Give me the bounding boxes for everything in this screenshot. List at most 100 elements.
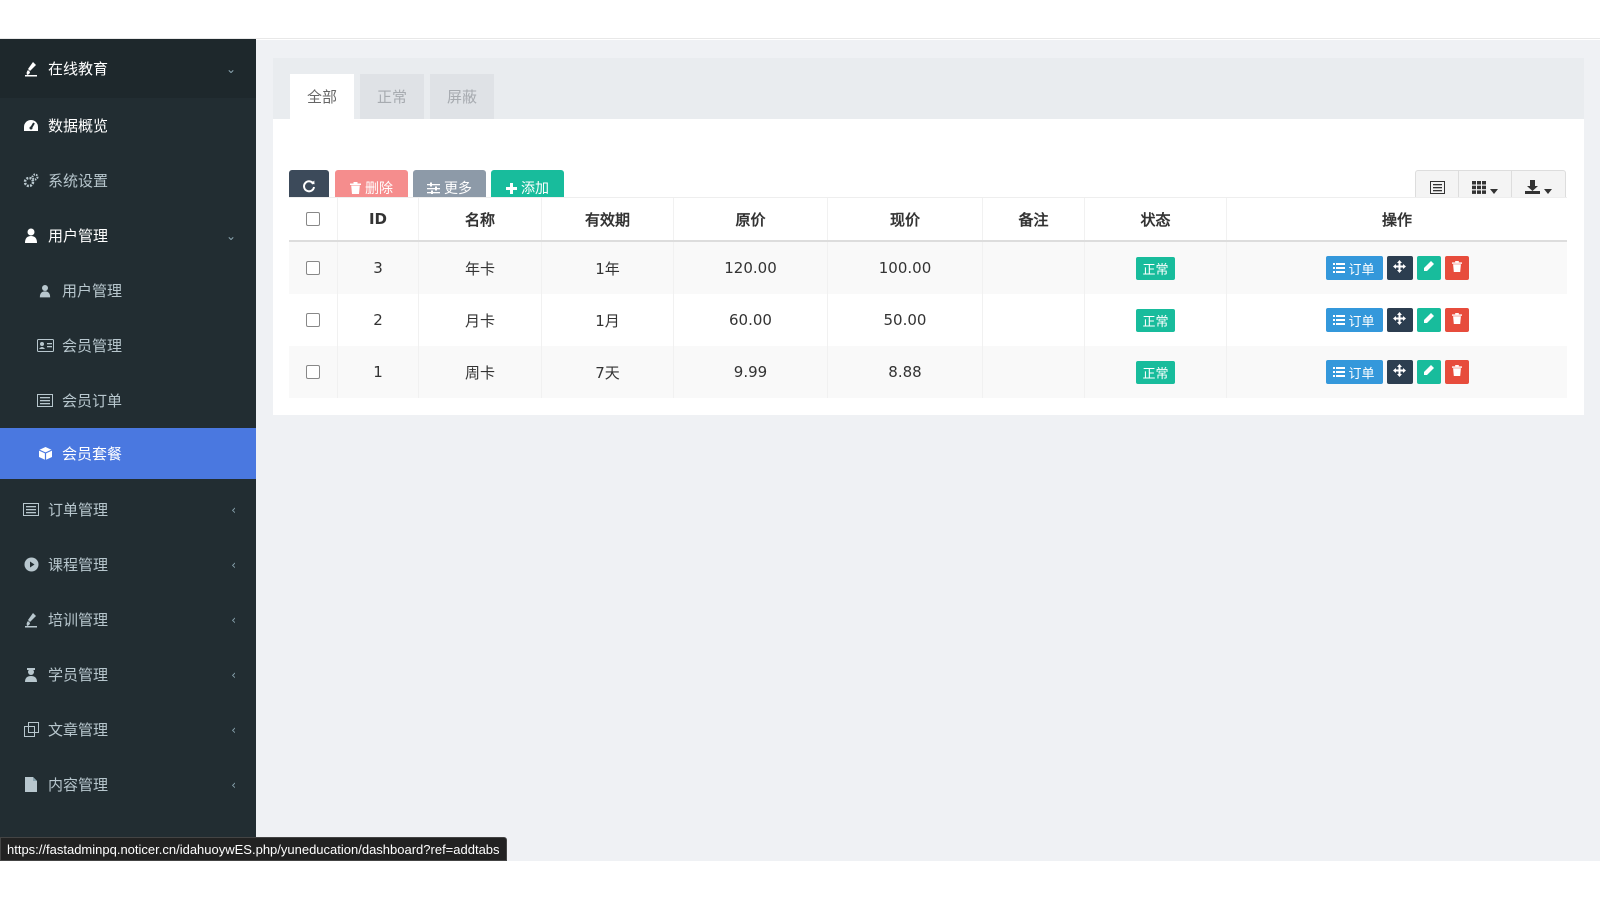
sidebar-item-user-management[interactable]: 用户管理 ⌄ [0, 208, 256, 263]
top-bar [0, 0, 1600, 39]
header-name[interactable]: 名称 [419, 198, 542, 240]
header-original-price[interactable]: 原价 [674, 198, 828, 240]
user-secret-icon [22, 666, 40, 684]
header-validity[interactable]: 有效期 [542, 198, 674, 240]
drag-sort-button[interactable] [1386, 256, 1413, 280]
orders-label: 订单 [1348, 314, 1375, 330]
play-circle-icon [22, 556, 40, 574]
clone-icon [22, 721, 40, 739]
sidebar-item-label: 内容管理 [48, 776, 109, 794]
cogs-icon [22, 172, 40, 190]
cell-current-price: 50.00 [828, 294, 983, 346]
orders-button[interactable]: 订单 [1325, 308, 1383, 332]
sidebar-item-online-education[interactable]: 在线教育 ⌄ [0, 39, 256, 98]
delete-row-button[interactable] [1444, 256, 1469, 280]
sidebar-item-label: 会员管理 [62, 337, 123, 355]
list-alt-icon [1429, 179, 1445, 198]
cell-status: 正常 [1085, 294, 1227, 346]
cell-actions: 订单 [1227, 346, 1567, 398]
select-all-checkbox[interactable] [306, 212, 320, 226]
user-icon [22, 227, 40, 245]
table-row: 1 周卡 7天 9.99 8.88 正常 订单 [289, 346, 1567, 398]
row-checkbox[interactable] [306, 365, 320, 379]
chevron-left-icon: ‹ [231, 667, 236, 682]
header-status[interactable]: 状态 [1085, 198, 1227, 240]
delete-row-button[interactable] [1444, 360, 1469, 384]
chevron-left-icon: ‹ [231, 557, 236, 572]
cell-status: 正常 [1085, 346, 1227, 398]
sidebar-item-course-management[interactable]: 课程管理 ‹ [0, 537, 256, 592]
status-badge[interactable]: 正常 [1136, 308, 1175, 332]
chevron-left-icon: ‹ [231, 722, 236, 737]
sidebar-subitem-member-orders[interactable]: 会员订单 [0, 373, 256, 428]
row-select-cell [289, 346, 338, 398]
edit-button[interactable] [1416, 256, 1441, 280]
trash-icon [1451, 312, 1462, 328]
cell-name: 月卡 [419, 294, 542, 346]
pencil-icon [1423, 364, 1434, 380]
header-actions: 操作 [1381, 210, 1412, 229]
edit-button[interactable] [1416, 360, 1441, 384]
cell-id: 2 [338, 294, 419, 346]
cell-id: 3 [338, 242, 419, 294]
orders-button[interactable]: 订单 [1325, 256, 1383, 280]
list-alt-icon [36, 392, 54, 410]
sidebar-item-order-management[interactable]: 订单管理 ‹ [0, 482, 256, 537]
list-icon [1333, 367, 1346, 377]
tabs-bar: 全部 正常 屏蔽 [273, 58, 1584, 119]
status-badge[interactable]: 正常 [1136, 256, 1175, 280]
tab-normal[interactable]: 正常 [360, 74, 424, 119]
cell-current-price: 8.88 [828, 346, 983, 398]
status-badge[interactable]: 正常 [1136, 360, 1175, 384]
tab-blocked[interactable]: 屏蔽 [430, 74, 494, 119]
cell-original-price: 120.00 [674, 242, 828, 294]
tab-all[interactable]: 全部 [290, 74, 354, 119]
drag-sort-button[interactable] [1386, 308, 1413, 332]
cell-validity: 7天 [542, 346, 674, 398]
sidebar-item-training-management[interactable]: 培训管理 ‹ [0, 592, 256, 647]
sidebar: 在线教育 ⌄ 数据概览 系统设置 用户管理 ⌄ 用户管理 会员管理 会员订单 会… [0, 39, 256, 861]
sidebar-item-dashboard[interactable]: 数据概览 [0, 98, 256, 153]
edit-button[interactable] [1416, 308, 1441, 332]
dashboard-icon [22, 117, 40, 135]
id-card-icon [36, 337, 54, 355]
drag-sort-button[interactable] [1386, 360, 1413, 384]
sidebar-subitem-member-management[interactable]: 会员管理 [0, 318, 256, 373]
sidebar-subitem-user-management[interactable]: 用户管理 [0, 263, 256, 318]
sidebar-item-article-management[interactable]: 文章管理 ‹ [0, 702, 256, 757]
sidebar-item-content-management[interactable]: 内容管理 ‹ [0, 757, 256, 812]
orders-button[interactable]: 订单 [1325, 360, 1383, 384]
delete-row-button[interactable] [1444, 308, 1469, 332]
sidebar-item-system-settings[interactable]: 系统设置 [0, 153, 256, 208]
cell-validity: 1年 [542, 242, 674, 294]
select-all-cell [289, 198, 338, 240]
cell-status: 正常 [1085, 242, 1227, 294]
cell-name: 周卡 [419, 346, 542, 398]
chevron-left-icon: ‹ [231, 612, 236, 627]
cell-original-price: 60.00 [674, 294, 828, 346]
row-select-cell [289, 242, 338, 294]
delete-label: 删除 [365, 181, 393, 197]
more-label: 更多 [444, 181, 472, 197]
orders-label: 订单 [1348, 262, 1375, 278]
arrows-icon [1393, 311, 1406, 329]
header-remark[interactable]: 备注 [983, 198, 1085, 240]
row-checkbox[interactable] [306, 313, 320, 327]
sidebar-item-label: 数据概览 [48, 117, 109, 135]
list-icon [1333, 315, 1346, 325]
header-current-price[interactable]: 现价 [828, 198, 983, 240]
sidebar-item-label: 在线教育 [48, 60, 109, 78]
pencil-icon [1423, 312, 1434, 328]
sidebar-item-student-management[interactable]: 学员管理 ‹ [0, 647, 256, 702]
cell-remark [983, 346, 1085, 398]
caret-down-icon [1544, 179, 1552, 198]
cell-current-price: 100.00 [828, 242, 983, 294]
chevron-down-icon: ⌄ [225, 228, 236, 243]
header-id[interactable]: ID [338, 198, 419, 240]
row-checkbox[interactable] [306, 261, 320, 275]
download-icon [1525, 179, 1540, 198]
sidebar-item-label: 文章管理 [48, 721, 109, 739]
cell-name: 年卡 [419, 242, 542, 294]
sliders-icon [427, 182, 440, 194]
sidebar-subitem-member-packages[interactable]: 会员套餐 [0, 428, 256, 479]
